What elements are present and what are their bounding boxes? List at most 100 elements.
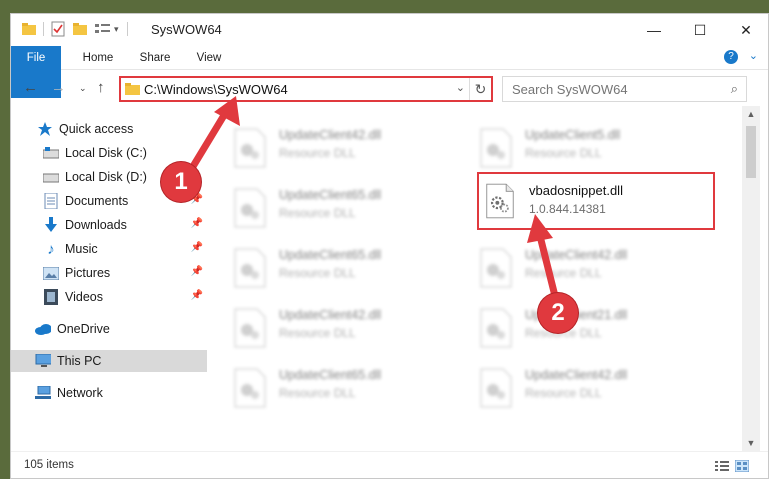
- dll-file-icon: [234, 248, 266, 288]
- help-icon[interactable]: ?: [724, 50, 738, 64]
- file-name: UpdateClient5.dll: [525, 128, 621, 142]
- file-item[interactable]: UpdateClient65.dll Resource DLL: [227, 242, 467, 294]
- navigation-bar: ← → ⌄ ↑ C:\Windows\SysWOW64 ⌄ ↻ ⌕: [11, 71, 768, 105]
- sidebar-item-label: Local Disk (D:): [65, 170, 147, 184]
- vertical-scrollbar[interactable]: ▲ ▼: [742, 106, 760, 451]
- scrollbar-thumb[interactable]: [746, 126, 756, 178]
- dll-file-icon: [486, 183, 514, 219]
- music-icon: ♪: [47, 240, 55, 258]
- dll-file-icon: [480, 368, 512, 408]
- file-description: Resource DLL: [525, 386, 602, 400]
- folder-icon: [125, 83, 140, 95]
- sidebar-item-label: OneDrive: [57, 322, 110, 336]
- details-view-icon[interactable]: [715, 460, 729, 472]
- search-input[interactable]: [503, 77, 718, 101]
- window-title: SysWOW64: [151, 22, 222, 37]
- file-name: UpdateClient65.dll: [279, 368, 382, 382]
- sidebar-item-network[interactable]: Network: [11, 382, 207, 404]
- sidebar-item-local-disk-c[interactable]: Local Disk (C:): [11, 142, 207, 164]
- properties-icon[interactable]: [50, 21, 66, 37]
- file-description: Resource DLL: [279, 326, 356, 340]
- file-description: Resource DLL: [279, 266, 356, 280]
- step-2-callout: 2: [538, 293, 578, 333]
- sidebar-item-label: Music: [65, 242, 98, 256]
- forward-icon[interactable]: →: [51, 79, 66, 96]
- sidebar-item-videos[interactable]: Videos 📌: [11, 286, 207, 308]
- sidebar-item-label: Documents: [65, 194, 129, 208]
- file-item[interactable]: UpdateClient21.dll Resource DLL: [473, 302, 713, 354]
- sidebar-item-this-pc[interactable]: This PC: [11, 350, 207, 372]
- search-box[interactable]: ⌕: [502, 76, 747, 102]
- cloud-icon: [35, 321, 51, 337]
- sidebar-item-pictures[interactable]: Pictures 📌: [11, 262, 207, 284]
- customize-qa-icon[interactable]: ▾: [114, 24, 119, 35]
- back-icon[interactable]: ←: [23, 79, 38, 96]
- sidebar-item-label: Network: [57, 386, 103, 400]
- address-bar[interactable]: C:\Windows\SysWOW64 ⌄ ↻: [119, 76, 493, 102]
- dll-file-icon: [480, 308, 512, 348]
- sidebar-item-downloads[interactable]: Downloads 📌: [11, 214, 207, 236]
- drive-icon: [43, 145, 59, 161]
- file-name: UpdateClient65.dll: [279, 248, 382, 262]
- sidebar-item-label: Quick access: [59, 122, 134, 136]
- pin-icon[interactable]: 📌: [191, 218, 203, 229]
- file-item[interactable]: UpdateClient42.dll Resource DLL: [227, 122, 467, 174]
- file-description: Resource DLL: [525, 266, 602, 280]
- documents-icon: [43, 193, 59, 209]
- navigation-pane: Quick access Local Disk (C:) Local Disk …: [11, 106, 207, 451]
- scroll-down-icon[interactable]: ▼: [742, 435, 760, 451]
- file-name: UpdateClient42.dll: [279, 128, 382, 142]
- file-item[interactable]: UpdateClient5.dll Resource DLL: [473, 122, 713, 174]
- file-item[interactable]: UpdateClient65.dll Resource DLL: [227, 362, 467, 414]
- file-name: UpdateClient42.dll: [279, 308, 382, 322]
- dll-file-icon: [480, 128, 512, 168]
- sidebar-item-label: Local Disk (C:): [65, 146, 147, 160]
- sidebar-item-label: Downloads: [65, 218, 127, 232]
- rename-icon[interactable]: [94, 21, 112, 37]
- highlighted-file-item[interactable]: vbadosnippet.dll 1.0.844.14381: [477, 172, 715, 230]
- file-description: Resource DLL: [279, 146, 356, 160]
- file-item[interactable]: UpdateClient42.dll Resource DLL: [473, 242, 713, 294]
- close-button[interactable]: ✕: [723, 14, 768, 46]
- search-icon[interactable]: ⌕: [731, 81, 738, 97]
- network-icon: [35, 385, 51, 401]
- explorer-window: ▾ SysWOW64 — ☐ ✕ File Home Share View ⌄ …: [10, 13, 769, 479]
- pin-icon[interactable]: 📌: [191, 290, 203, 301]
- sidebar-item-label: Pictures: [65, 266, 111, 280]
- tab-share[interactable]: Share: [131, 46, 179, 70]
- file-item[interactable]: UpdateClient42.dll Resource DLL: [473, 362, 713, 414]
- new-folder-icon[interactable]: [72, 21, 88, 37]
- file-description: Resource DLL: [279, 386, 356, 400]
- pin-icon[interactable]: 📌: [191, 266, 203, 277]
- file-item[interactable]: UpdateClient65.dll Resource DLL: [227, 182, 467, 234]
- computer-icon: [35, 353, 51, 369]
- sidebar-item-onedrive[interactable]: OneDrive: [11, 318, 207, 340]
- refresh-icon[interactable]: ↻: [469, 78, 491, 100]
- scroll-up-icon[interactable]: ▲: [742, 106, 760, 122]
- sidebar-item-quick-access[interactable]: Quick access: [11, 118, 207, 140]
- address-dropdown-icon[interactable]: ⌄: [456, 81, 465, 94]
- recent-locations-icon[interactable]: ⌄: [79, 83, 87, 94]
- dll-file-icon: [480, 248, 512, 288]
- tab-home[interactable]: Home: [73, 46, 123, 70]
- drive-icon: [43, 169, 59, 185]
- folder-icon: [22, 23, 36, 35]
- download-icon: [43, 217, 59, 233]
- pictures-icon: [43, 265, 59, 281]
- up-icon[interactable]: ↑: [97, 79, 105, 96]
- tab-view[interactable]: View: [187, 46, 231, 70]
- sidebar-item-music[interactable]: ♪ Music 📌: [11, 238, 207, 260]
- ribbon-expand-icon[interactable]: ⌄: [749, 49, 758, 62]
- maximize-button[interactable]: ☐: [677, 14, 723, 46]
- status-bar: 105 items: [11, 451, 768, 478]
- file-name: UpdateClient65.dll: [279, 188, 382, 202]
- sidebar-item-label: This PC: [57, 354, 102, 368]
- minimize-button[interactable]: —: [631, 14, 677, 46]
- file-name: UpdateClient42.dll: [525, 248, 628, 262]
- pin-icon[interactable]: 📌: [191, 242, 203, 253]
- dll-file-icon: [234, 188, 266, 228]
- large-icons-view-icon[interactable]: [735, 460, 749, 472]
- sidebar-item-label: Videos: [65, 290, 103, 304]
- dll-file-icon: [234, 128, 266, 168]
- file-item[interactable]: UpdateClient42.dll Resource DLL: [227, 302, 467, 354]
